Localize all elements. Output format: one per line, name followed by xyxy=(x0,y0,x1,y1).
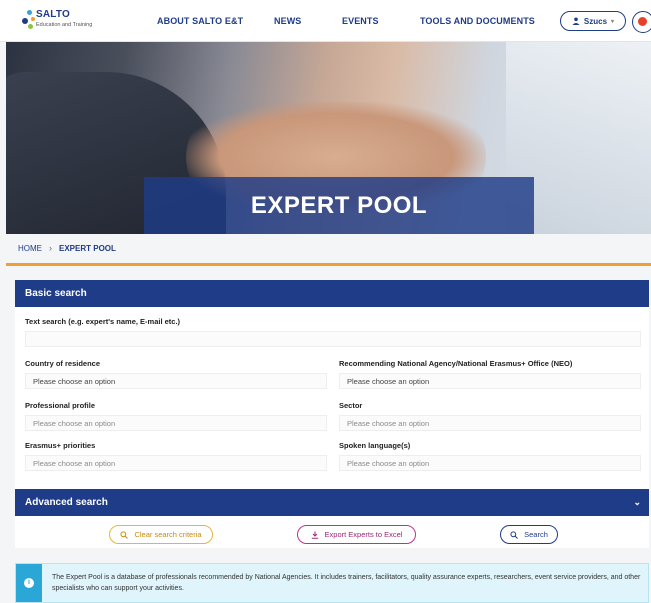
agency-select[interactable]: Please choose an option xyxy=(339,373,641,389)
nav-news[interactable]: NEWS xyxy=(274,16,301,26)
accent-divider xyxy=(6,263,651,266)
search-icon xyxy=(120,530,129,539)
agency-label: Recommending National Agency/National Er… xyxy=(339,359,573,368)
info-strip: i xyxy=(16,564,42,602)
clear-search-button[interactable]: Clear search criteria xyxy=(109,525,213,544)
nav-events[interactable]: EVENTS xyxy=(342,16,379,26)
export-excel-label: Export Experts to Excel xyxy=(324,530,403,539)
page-title: EXPERT POOL xyxy=(144,177,534,234)
advanced-search-title: Advanced search xyxy=(25,497,108,508)
advanced-search-toggle[interactable]: Advanced search ⌄ xyxy=(15,489,649,516)
export-excel-button[interactable]: Export Experts to Excel xyxy=(297,525,416,544)
chevron-right-icon: › xyxy=(49,243,52,253)
chevron-down-icon: ⌄ xyxy=(633,497,641,507)
language-select[interactable]: Please choose an option xyxy=(339,455,641,471)
hero-banner: EXPERT POOL xyxy=(6,42,651,234)
search-icon xyxy=(510,530,518,539)
nav-tools-and-documents[interactable]: TOOLS AND DOCUMENTS xyxy=(420,16,535,26)
user-name: Szucs xyxy=(583,16,608,26)
search-label: Search xyxy=(524,530,548,539)
top-navigation-bar: SALTO Education and Training ABOUT SALTO… xyxy=(0,0,651,42)
user-icon xyxy=(572,17,580,25)
breadcrumb-home[interactable]: HOME xyxy=(18,244,42,253)
country-label: Country of residence xyxy=(25,359,101,368)
download-icon xyxy=(311,531,318,539)
breadcrumb: HOME › EXPERT POOL xyxy=(18,243,116,253)
salto-logo[interactable]: SALTO Education and Training xyxy=(22,8,112,34)
chevron-down-icon: ▾ xyxy=(611,18,615,25)
info-notice: i The Expert Pool is a database of profe… xyxy=(15,563,649,603)
user-menu-button[interactable]: Szucs ▾ xyxy=(560,11,626,31)
text-search-label: Text search (e.g. expert's name, E-mail … xyxy=(25,317,181,326)
priorities-select[interactable]: Please choose an option xyxy=(25,455,327,471)
nav-about[interactable]: ABOUT SALTO E&T xyxy=(157,16,243,26)
priorities-label: Erasmus+ priorities xyxy=(25,441,96,450)
search-button[interactable]: Search xyxy=(500,525,558,544)
country-select[interactable]: Please choose an option xyxy=(25,373,327,389)
text-search-input[interactable] xyxy=(25,331,641,347)
notifications-button[interactable] xyxy=(632,11,651,33)
profile-label: Professional profile xyxy=(25,401,96,410)
clear-search-label: Clear search criteria xyxy=(134,530,202,539)
basic-search-header: Basic search xyxy=(15,280,649,307)
logo-subtitle: Education and Training xyxy=(36,22,93,28)
language-label: Spoken language(s) xyxy=(339,441,411,450)
profile-select[interactable]: Please choose an option xyxy=(25,415,327,431)
breadcrumb-current: EXPERT POOL xyxy=(59,243,116,253)
logo-text: SALTO xyxy=(36,9,70,20)
search-panel: Basic search Text search (e.g. expert's … xyxy=(15,280,649,548)
info-icon: i xyxy=(24,578,34,588)
sector-label: Sector xyxy=(339,401,363,410)
sector-select[interactable]: Please choose an option xyxy=(339,415,641,431)
info-text: The Expert Pool is a database of profess… xyxy=(52,574,641,592)
